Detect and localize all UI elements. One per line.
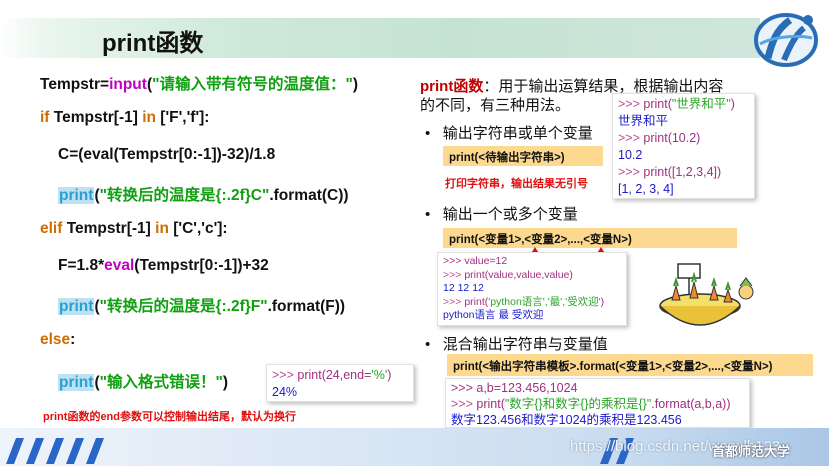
shell-box-1: >>> print("世界和平") 世界和平 >>> print(10.2) 1… [612,93,755,199]
footer-stripe-icon [0,430,130,466]
university-logo-icon [746,8,818,70]
code-line-3: C=(eval(Tempstr[0:-1])-32)/1.8 [58,146,276,163]
end-shell-box: >>> print(24,end='%') 24% [266,364,414,402]
bullet-1: • 输出字符串或单个变量 [425,125,593,142]
cartoon-carrot-pot-image [650,258,756,338]
bullet-3: • 混合输出字符串与变量值 [425,336,608,353]
code-line-9: print("输入格式错误！") [58,374,228,391]
end-param-note: print函数的end参数可以控制输出结尾，默认为换行 [43,411,296,423]
code-line-5: elif Tempstr[-1] in ['C','c']: [40,220,228,237]
description-line-2: 的不同，有三种用法。 [420,97,571,114]
slide-title: print函数 [102,30,204,57]
syntax-bar-1: print(<待输出字符串>) [443,146,603,166]
code-line-4: print("转换后的温度是{:.2f}C".format(C)) [58,187,349,204]
syntax-bar-2: print(<变量1>,<变量2>,...,<变量N>) [443,228,737,248]
code-line-1: Tempstr=input("请输入带有符号的温度值：") [40,76,358,93]
code-line-7: print("转换后的温度是{:.2f}F".format(F)) [58,298,346,315]
code-line-2: if Tempstr[-1] in ['F','f']: [40,109,210,126]
note-1: 打印字符串，输出结果无引号 [445,178,588,190]
code-line-6: F=1.8*eval(Tempstr[0:-1])+32 [58,257,269,274]
shell-box-2: >>> value=12 >>> print(value,value,value… [437,252,627,326]
university-name: 首都师范大学 [712,444,791,459]
shell-box-3: >>> a,b=123.456,1024 >>> print("数字{}和数字{… [445,378,750,428]
syntax-bar-3: print(<输出字符串模板>.format(<变量1>,<变量2>,...,<… [447,354,813,376]
code-line-8: else: [40,331,76,348]
bullet-2: • 输出一个或多个变量 [425,206,578,223]
